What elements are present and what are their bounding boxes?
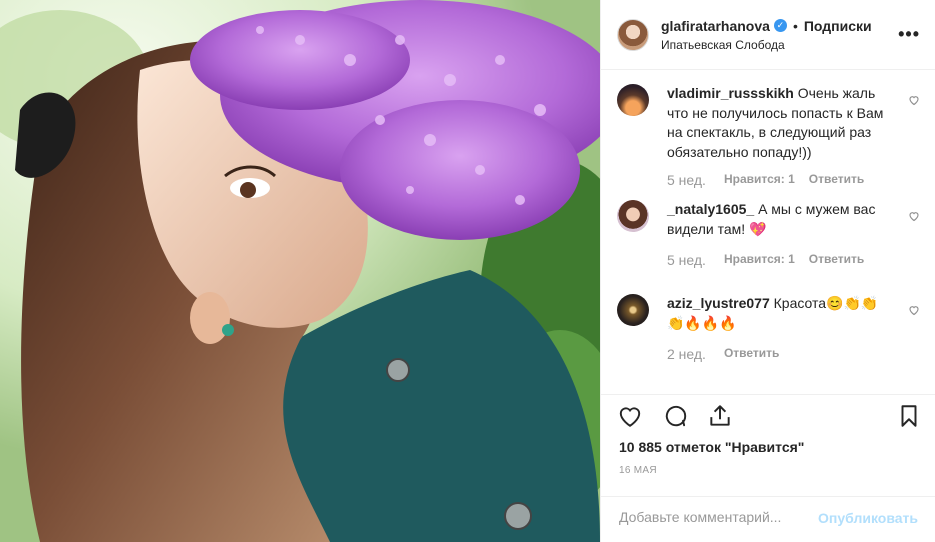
comment-like-icon[interactable] — [908, 210, 920, 222]
header-user-line: glafiratarhanova ✓ • Подписки — [661, 18, 872, 34]
header-separator: • — [792, 17, 798, 34]
comment-time[interactable]: 5 нед. — [667, 252, 706, 268]
share-icon[interactable] — [707, 403, 733, 429]
comment-time[interactable]: 2 нед. — [667, 346, 706, 362]
photo-illustration — [0, 0, 600, 542]
publish-button[interactable]: Опубликовать — [818, 510, 918, 526]
comment-item: vladimir_russskikh Очень жаль что не пол… — [617, 84, 920, 204]
post-side-panel: glafiratarhanova ✓ • Подписки Ипатьевска… — [600, 0, 935, 542]
bookmark-icon[interactable] — [896, 403, 922, 429]
comment-likes-count[interactable]: Нравится: 1 — [724, 172, 795, 188]
post-actions: 10 885 отметок "Нравится" 16 МАЯ — [601, 394, 935, 504]
comment-meta: 5 нед. Нравится: 1 Ответить — [667, 172, 864, 188]
comment-text-block: vladimir_russskikh Очень жаль что не пол… — [667, 84, 895, 162]
heart-icon[interactable] — [617, 403, 643, 429]
post-photo[interactable] — [0, 0, 600, 542]
comment-username[interactable]: vladimir_russskikh — [667, 85, 794, 101]
header-text: glafiratarhanova ✓ • Подписки Ипатьевска… — [661, 18, 872, 52]
comment-like-icon[interactable] — [908, 94, 920, 106]
comment-meta: 5 нед. Нравится: 1 Ответить — [667, 252, 864, 268]
commenter-avatar[interactable] — [617, 294, 649, 326]
comment-text-block: _nataly1605_ А мы с мужем вас видели там… — [667, 200, 895, 239]
comment-item: _nataly1605_ А мы с мужем вас видели там… — [617, 200, 920, 290]
comment-reply-button[interactable]: Ответить — [724, 346, 779, 362]
comment-username[interactable]: aziz_lyustre077 — [667, 295, 770, 311]
likes-count[interactable]: 10 885 отметок "Нравится" — [619, 439, 804, 455]
comment-icon[interactable] — [663, 403, 689, 429]
following-button[interactable]: Подписки — [804, 18, 872, 34]
post-header: glafiratarhanova ✓ • Подписки Ипатьевска… — [601, 0, 935, 70]
comment-reply-button[interactable]: Ответить — [809, 172, 864, 188]
comment-input[interactable] — [619, 509, 819, 525]
comment-time[interactable]: 5 нед. — [667, 172, 706, 188]
commenter-avatar[interactable] — [617, 200, 649, 232]
verified-badge-icon: ✓ — [773, 19, 787, 32]
comment-meta: 2 нед. Ответить — [667, 346, 779, 362]
author-username[interactable]: glafiratarhanova — [661, 18, 770, 34]
add-comment-bar: Опубликовать — [601, 496, 935, 542]
comments-list: vladimir_russskikh Очень жаль что не пол… — [601, 70, 935, 394]
commenter-avatar[interactable] — [617, 84, 649, 116]
post-date[interactable]: 16 МАЯ — [619, 465, 657, 476]
comment-text-block: aziz_lyustre077 Красота😊👏👏👏🔥🔥🔥 — [667, 294, 895, 333]
comment-likes-count[interactable]: Нравится: 1 — [724, 252, 795, 268]
comment-reply-button[interactable]: Ответить — [809, 252, 864, 268]
post-location[interactable]: Ипатьевская Слобода — [661, 38, 872, 52]
more-options-icon[interactable]: ••• — [898, 25, 920, 43]
instagram-post: glafiratarhanova ✓ • Подписки Ипатьевска… — [0, 0, 935, 542]
comment-username[interactable]: _nataly1605_ — [667, 201, 754, 217]
comment-item: aziz_lyustre077 Красота😊👏👏👏🔥🔥🔥 2 нед. От… — [617, 294, 920, 384]
author-avatar[interactable] — [617, 18, 649, 51]
comment-like-icon[interactable] — [908, 304, 920, 316]
